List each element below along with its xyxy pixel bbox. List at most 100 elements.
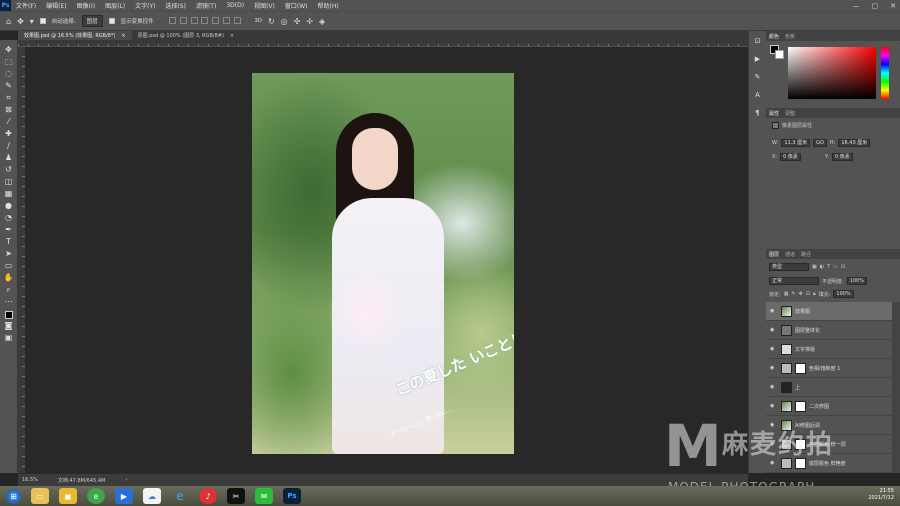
- width-input[interactable]: 11.3 厘米: [781, 139, 811, 147]
- system-clock[interactable]: 21:55 2021/7/12: [868, 488, 894, 502]
- 3d-slide-icon[interactable]: ✢: [306, 17, 313, 26]
- filter-smart-icon[interactable]: ⊡: [841, 264, 845, 270]
- type-tool-icon[interactable]: T: [2, 236, 16, 247]
- menu-filter[interactable]: 滤镜(T): [191, 1, 221, 10]
- tab-original-psd[interactable]: 原图.psd @ 100% (图层 3, RGB/8#) ×: [132, 31, 241, 40]
- paragraph-panel-icon[interactable]: ¶: [755, 109, 759, 117]
- play-actions-icon[interactable]: ▶: [755, 55, 760, 63]
- menu-3d[interactable]: 3D(D): [221, 2, 249, 9]
- align-bottom-icon[interactable]: [190, 16, 198, 24]
- 3d-roll-icon[interactable]: ◎: [281, 17, 288, 26]
- zoom-level[interactable]: 16.5%: [22, 477, 38, 483]
- foreground-color-swatch[interactable]: [4, 311, 13, 319]
- lasso-tool-icon[interactable]: ◌: [2, 68, 16, 79]
- brush-tool-icon[interactable]: ∕: [2, 140, 16, 151]
- link-dimensions-button[interactable]: GO: [813, 139, 827, 147]
- close-icon[interactable]: ✕: [890, 2, 896, 10]
- screen-mode-icon[interactable]: ▣: [2, 332, 16, 343]
- eraser-tool-icon[interactable]: ◫: [2, 176, 16, 187]
- restore-icon[interactable]: ▢: [872, 2, 879, 10]
- blend-mode-dropdown[interactable]: 正常: [769, 277, 819, 285]
- lock-artboard-icon[interactable]: ⊡: [806, 291, 810, 297]
- show-transform-checkbox[interactable]: [108, 18, 115, 24]
- visibility-eye-icon[interactable]: ◉: [770, 384, 778, 390]
- history-brush-tool-icon[interactable]: ↺: [2, 164, 16, 175]
- background-swatch[interactable]: [775, 50, 784, 59]
- color-picker-field[interactable]: [788, 47, 876, 99]
- marquee-tool-icon[interactable]: ⬚: [2, 56, 16, 67]
- zoom-tool-icon[interactable]: ⌕: [2, 284, 16, 295]
- home-icon[interactable]: ⌂: [6, 17, 11, 26]
- wechat-icon[interactable]: ✉: [255, 488, 273, 504]
- tab-paths[interactable]: 路径: [801, 251, 811, 258]
- close-icon[interactable]: ×: [230, 33, 234, 39]
- lock-move-icon[interactable]: ✥: [799, 291, 803, 297]
- minimize-icon[interactable]: —: [853, 2, 860, 10]
- tab-effect-psd[interactable]: 效果图.psd @ 16.5% (效果图, RGB/8*) ×: [18, 31, 132, 40]
- frame-tool-icon[interactable]: ⊠: [2, 104, 16, 115]
- browser-360-icon[interactable]: e: [87, 488, 105, 504]
- filter-shape-icon[interactable]: ▭: [833, 264, 838, 270]
- pen-tool-icon[interactable]: ✒: [2, 224, 16, 235]
- cloud-app-icon[interactable]: ☁: [143, 488, 161, 504]
- clone-stamp-tool-icon[interactable]: ♟: [2, 152, 16, 163]
- scissors-app-icon[interactable]: ✂: [227, 488, 245, 504]
- fill-input[interactable]: 100%: [833, 290, 854, 298]
- layer-kind-filter[interactable]: 类型: [769, 263, 809, 271]
- menu-view[interactable]: 视图(V): [249, 1, 280, 10]
- history-panel-icon[interactable]: ⊡: [755, 37, 761, 45]
- layer-row[interactable]: ◉ 文字排版: [766, 340, 892, 359]
- photoshop-taskbar-icon[interactable]: Ps: [283, 488, 301, 504]
- layer-row[interactable]: ◉ 上: [766, 378, 892, 397]
- tab-properties[interactable]: 属性: [769, 110, 779, 117]
- layer-row[interactable]: ◉ 图层整体化: [766, 321, 892, 340]
- 3d-scale-icon[interactable]: ◈: [319, 17, 325, 26]
- netease-music-icon[interactable]: ♪: [199, 488, 217, 504]
- brush-settings-icon[interactable]: ✎: [755, 73, 761, 81]
- video-player-icon[interactable]: ▶: [115, 488, 133, 504]
- visibility-eye-icon[interactable]: ◉: [770, 403, 778, 409]
- menu-help[interactable]: 帮助(H): [313, 1, 344, 10]
- tab-layers[interactable]: 图层: [769, 251, 779, 258]
- crop-tool-icon[interactable]: ⌗: [2, 92, 16, 103]
- quick-select-tool-icon[interactable]: ✎: [2, 80, 16, 91]
- x-input[interactable]: 0 像素: [780, 153, 801, 161]
- align-middle-icon[interactable]: [179, 16, 187, 24]
- blur-tool-icon[interactable]: ●: [2, 200, 16, 211]
- eyedropper-tool-icon[interactable]: ⁄: [2, 116, 16, 127]
- menu-edit[interactable]: 编辑(E): [41, 1, 71, 10]
- file-explorer-icon[interactable]: ▭: [31, 488, 49, 504]
- opacity-input[interactable]: 100%: [846, 277, 867, 285]
- menu-file[interactable]: 文件(F): [11, 1, 41, 10]
- character-panel-icon[interactable]: A: [755, 91, 760, 99]
- healing-brush-tool-icon[interactable]: ✚: [2, 128, 16, 139]
- menu-select[interactable]: 选择(S): [160, 1, 191, 10]
- y-input[interactable]: 0 像素: [831, 153, 853, 161]
- windows-start-icon[interactable]: ⊞: [6, 488, 21, 504]
- visibility-eye-icon[interactable]: ◉: [770, 365, 778, 371]
- layer-row[interactable]: ◉ 效果图: [766, 302, 892, 321]
- lock-paint-icon[interactable]: ✎: [791, 291, 795, 297]
- tab-swatches[interactable]: 色板: [785, 33, 795, 40]
- menu-window[interactable]: 窗口(W): [280, 1, 313, 10]
- more-tools-icon[interactable]: ⋯: [2, 296, 16, 307]
- internet-explorer-icon[interactable]: e: [171, 488, 189, 504]
- hue-slider[interactable]: [881, 47, 889, 99]
- dropdown-chevron-icon[interactable]: ▾: [30, 17, 34, 26]
- tab-channels[interactable]: 通道: [785, 251, 795, 258]
- layer-row[interactable]: ◉ 色相/饱和度 1: [766, 359, 892, 378]
- document-canvas-photo[interactable]: この夏した いこと！ …やりたいこと、思い出に…: [252, 73, 514, 454]
- visibility-eye-icon[interactable]: ◉: [770, 346, 778, 352]
- align-center-icon[interactable]: [212, 16, 220, 24]
- visibility-eye-icon[interactable]: ◉: [770, 308, 778, 314]
- quick-mask-icon[interactable]: ◙: [2, 320, 16, 331]
- filter-pixel-icon[interactable]: ▣: [812, 264, 817, 270]
- menu-image[interactable]: 图像(I): [72, 1, 100, 10]
- dodge-tool-icon[interactable]: ◔: [2, 212, 16, 223]
- media-app-icon[interactable]: ▣: [59, 488, 77, 504]
- hand-tool-icon[interactable]: ✋: [2, 272, 16, 283]
- distribute-icon[interactable]: [234, 16, 242, 24]
- layer-row[interactable]: ◉ 二次修图: [766, 397, 892, 416]
- filter-adjust-icon[interactable]: ◐: [820, 264, 824, 270]
- align-right-icon[interactable]: [223, 16, 231, 24]
